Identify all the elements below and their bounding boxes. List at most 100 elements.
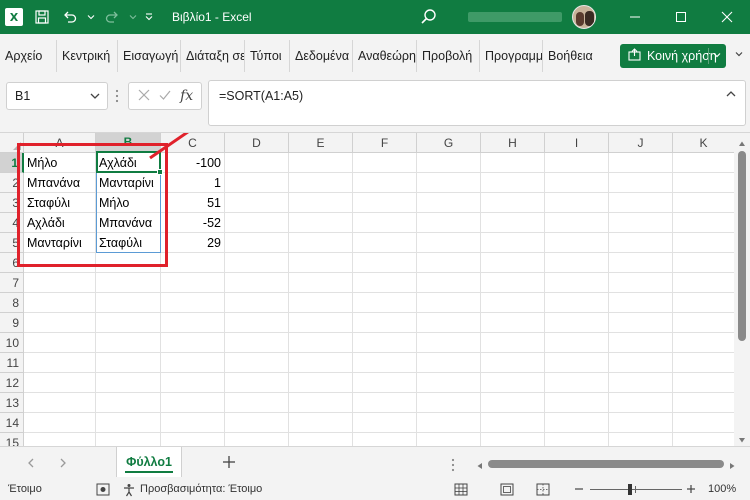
- cell-f14[interactable]: [353, 413, 417, 433]
- cell-k14[interactable]: [673, 413, 735, 433]
- row-header-8[interactable]: 8: [0, 293, 24, 313]
- cell-d2[interactable]: [225, 173, 289, 193]
- cell-f5[interactable]: [353, 233, 417, 253]
- cell-b5[interactable]: Σταφύλι: [96, 233, 161, 253]
- column-header-e[interactable]: E: [289, 133, 353, 153]
- cell-b14[interactable]: [96, 413, 161, 433]
- cell-b1[interactable]: Αχλάδι: [96, 153, 161, 173]
- zoom-slider-thumb[interactable]: [628, 484, 632, 495]
- cell-b6[interactable]: [96, 253, 161, 273]
- cell-g8[interactable]: [417, 293, 481, 313]
- cell-d12[interactable]: [225, 373, 289, 393]
- normal-view-icon[interactable]: [454, 483, 468, 496]
- scroll-up-icon[interactable]: [738, 137, 746, 151]
- tab-insert[interactable]: Εισαγωγή: [118, 40, 181, 72]
- cell-f2[interactable]: [353, 173, 417, 193]
- cell-k6[interactable]: [673, 253, 735, 273]
- cell-e9[interactable]: [289, 313, 353, 333]
- column-header-j[interactable]: J: [609, 133, 673, 153]
- row-header-14[interactable]: 14: [0, 413, 24, 433]
- check-icon[interactable]: [158, 88, 172, 105]
- cell-b4[interactable]: Μπανάνα: [96, 213, 161, 233]
- cell-c10[interactable]: [161, 333, 225, 353]
- chevron-left-icon[interactable]: [26, 457, 36, 472]
- cell-d3[interactable]: [225, 193, 289, 213]
- cell-a10[interactable]: [24, 333, 96, 353]
- zoom-slider-track[interactable]: [590, 489, 682, 490]
- account-name-blurred[interactable]: [468, 12, 562, 22]
- cell-d11[interactable]: [225, 353, 289, 373]
- fill-handle[interactable]: [157, 169, 163, 175]
- cell-h14[interactable]: [481, 413, 545, 433]
- cell-i7[interactable]: [545, 273, 609, 293]
- cell-e8[interactable]: [289, 293, 353, 313]
- cell-c12[interactable]: [161, 373, 225, 393]
- cell-f8[interactable]: [353, 293, 417, 313]
- cell-j3[interactable]: [609, 193, 673, 213]
- row-header-2[interactable]: 2: [0, 173, 24, 193]
- cell-j2[interactable]: [609, 173, 673, 193]
- tab-file[interactable]: Αρχείο: [0, 40, 57, 72]
- cell-g4[interactable]: [417, 213, 481, 233]
- undo-icon[interactable]: [56, 0, 84, 34]
- cell-k7[interactable]: [673, 273, 735, 293]
- status-accessibility[interactable]: Προσβασιμότητα: Έτοιμο: [140, 483, 262, 495]
- cell-a9[interactable]: [24, 313, 96, 333]
- cell-j14[interactable]: [609, 413, 673, 433]
- add-sheet-icon[interactable]: [222, 453, 236, 474]
- cell-i10[interactable]: [545, 333, 609, 353]
- scroll-right-icon[interactable]: [728, 459, 736, 473]
- insert-function-icon[interactable]: fx: [180, 88, 193, 104]
- cell-f11[interactable]: [353, 353, 417, 373]
- cell-k2[interactable]: [673, 173, 735, 193]
- select-all-corner[interactable]: [0, 133, 24, 153]
- cell-h9[interactable]: [481, 313, 545, 333]
- cell-k13[interactable]: [673, 393, 735, 413]
- close-icon[interactable]: [704, 0, 750, 34]
- tab-review[interactable]: Αναθεώρηση: [353, 40, 417, 72]
- row-header-13[interactable]: 13: [0, 393, 24, 413]
- column-header-i[interactable]: I: [545, 133, 609, 153]
- cell-c2[interactable]: 1: [161, 173, 225, 193]
- cell-e2[interactable]: [289, 173, 353, 193]
- cell-j11[interactable]: [609, 353, 673, 373]
- cancel-icon[interactable]: [137, 88, 151, 105]
- cell-f9[interactable]: [353, 313, 417, 333]
- cell-e4[interactable]: [289, 213, 353, 233]
- cell-c8[interactable]: [161, 293, 225, 313]
- search-icon[interactable]: [420, 8, 438, 26]
- cell-j7[interactable]: [609, 273, 673, 293]
- cell-e12[interactable]: [289, 373, 353, 393]
- cell-a11[interactable]: [24, 353, 96, 373]
- chevron-up-icon[interactable]: [725, 88, 737, 103]
- cell-g3[interactable]: [417, 193, 481, 213]
- cell-h11[interactable]: [481, 353, 545, 373]
- cell-i9[interactable]: [545, 313, 609, 333]
- minimize-icon[interactable]: [612, 0, 658, 34]
- redo-icon[interactable]: [98, 0, 126, 34]
- formula-input[interactable]: =SORT(A1:A5): [208, 80, 746, 126]
- maximize-icon[interactable]: [658, 0, 704, 34]
- cell-b9[interactable]: [96, 313, 161, 333]
- cell-i12[interactable]: [545, 373, 609, 393]
- cell-f12[interactable]: [353, 373, 417, 393]
- cell-i5[interactable]: [545, 233, 609, 253]
- cell-g12[interactable]: [417, 373, 481, 393]
- page-break-view-icon[interactable]: [536, 483, 550, 496]
- tab-developer[interactable]: Προγραμματιστής: [480, 40, 543, 72]
- cell-a8[interactable]: [24, 293, 96, 313]
- chevron-down-icon[interactable]: [89, 90, 101, 105]
- cell-a2[interactable]: Μπανάνα: [24, 173, 96, 193]
- cell-j9[interactable]: [609, 313, 673, 333]
- cell-d4[interactable]: [225, 213, 289, 233]
- sheet-tab-active[interactable]: Φύλλο1: [116, 447, 182, 477]
- cell-a6[interactable]: [24, 253, 96, 273]
- tab-formulas[interactable]: Τύποι: [245, 40, 290, 72]
- cell-e3[interactable]: [289, 193, 353, 213]
- share-button[interactable]: Κοινή χρήση: [620, 44, 726, 68]
- cell-a5[interactable]: Μανταρίνι: [24, 233, 96, 253]
- cell-j1[interactable]: [609, 153, 673, 173]
- cell-i2[interactable]: [545, 173, 609, 193]
- cell-h7[interactable]: [481, 273, 545, 293]
- vertical-scroll-thumb[interactable]: [738, 151, 746, 341]
